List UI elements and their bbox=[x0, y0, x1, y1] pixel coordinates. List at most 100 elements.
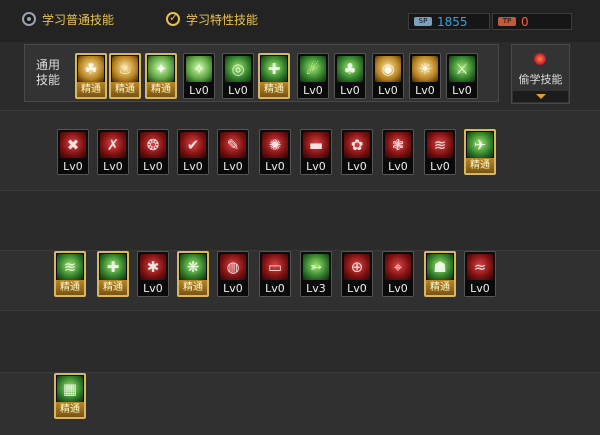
skill-icon[interactable]: ✎ Lv0 bbox=[217, 129, 249, 175]
skill-glyph-icon: ✖ bbox=[66, 136, 80, 154]
skill-level-label: 精通 bbox=[56, 402, 84, 417]
skill-icon[interactable]: ♣ Lv0 bbox=[334, 53, 366, 99]
skill-art-icon: ☘ bbox=[78, 56, 104, 82]
tab-learn-trait-skills[interactable]: 学习特性技能 bbox=[166, 9, 258, 29]
tab-learn-normal-skills[interactable]: 学习普通技能 bbox=[22, 9, 114, 29]
skill-level-label: Lv0 bbox=[138, 159, 168, 174]
skill-icon[interactable]: ✧ Lv0 bbox=[183, 53, 215, 99]
skill-glyph-icon: ☗ bbox=[433, 258, 447, 276]
skill-icon[interactable]: ✚ 精通 bbox=[97, 251, 129, 297]
steal-skills-label: 偷学技能 bbox=[518, 73, 563, 86]
skill-level-label: Lv0 bbox=[184, 83, 214, 98]
skill-icon[interactable]: ♨ 精通 bbox=[109, 53, 141, 99]
skill-art-icon: ✚ bbox=[261, 56, 287, 82]
check-icon bbox=[166, 11, 180, 26]
skill-level-label: Lv0 bbox=[218, 281, 248, 296]
skill-glyph-icon: ≈ bbox=[473, 258, 487, 276]
skill-level-label: Lv0 bbox=[383, 281, 413, 296]
skill-art-icon: ✧ bbox=[186, 56, 212, 82]
skill-art-icon: ◍ bbox=[220, 254, 246, 280]
skill-icon[interactable]: ❃ Lv0 bbox=[382, 129, 414, 175]
skill-glyph-icon: ☄ bbox=[306, 60, 320, 78]
skill-glyph-icon: ◉ bbox=[381, 60, 395, 78]
skill-icon[interactable]: ✿ Lv0 bbox=[341, 129, 373, 175]
skill-level-label: Lv0 bbox=[373, 83, 403, 98]
skill-glyph-icon: ≋ bbox=[433, 136, 447, 154]
skill-glyph-icon: ❃ bbox=[391, 136, 405, 154]
skill-glyph-icon: ◍ bbox=[226, 258, 240, 276]
skill-art-icon: ✦ bbox=[148, 56, 174, 82]
skill-icon[interactable]: ✺ Lv0 bbox=[259, 129, 291, 175]
skill-glyph-icon: ⌖ bbox=[393, 258, 403, 276]
skill-icon[interactable]: ◎ Lv0 bbox=[222, 53, 254, 99]
skill-art-icon: ▭ bbox=[262, 254, 288, 280]
skill-icon[interactable]: ≈ Lv0 bbox=[464, 251, 496, 297]
skill-level-label: 精通 bbox=[179, 280, 207, 295]
skill-icon[interactable]: ✔ Lv0 bbox=[177, 129, 209, 175]
skill-level-label: Lv0 bbox=[178, 159, 208, 174]
skill-icon[interactable]: ☘ 精通 bbox=[75, 53, 107, 99]
skill-icon[interactable]: ✖ Lv0 bbox=[57, 129, 89, 175]
skill-level-label: Lv0 bbox=[410, 83, 440, 98]
skill-level-label: Lv0 bbox=[260, 281, 290, 296]
skill-icon[interactable]: ✱ Lv0 bbox=[137, 251, 169, 297]
skill-icon[interactable]: ▦ 精通 bbox=[54, 373, 86, 419]
skill-level-label: Lv0 bbox=[342, 281, 372, 296]
skill-level-label: 精通 bbox=[99, 280, 127, 295]
skill-glyph-icon: ✎ bbox=[226, 136, 240, 154]
skill-icon[interactable]: ◉ Lv0 bbox=[372, 53, 404, 99]
skill-level-label: Lv0 bbox=[383, 159, 413, 174]
skill-icon[interactable]: ▬ Lv0 bbox=[300, 129, 332, 175]
skill-art-icon: ➳ bbox=[303, 254, 329, 280]
skill-level-label: Lv0 bbox=[98, 159, 128, 174]
skill-icon[interactable]: ✚ 精通 bbox=[258, 53, 290, 99]
skill-art-icon: ▬ bbox=[303, 132, 329, 158]
skill-icon[interactable]: ✈ 精通 bbox=[464, 129, 496, 175]
skill-icon[interactable]: ◍ Lv0 bbox=[217, 251, 249, 297]
skill-icon[interactable]: ≋ 精通 bbox=[54, 251, 86, 297]
skill-glyph-icon: ✔ bbox=[186, 136, 200, 154]
skill-glyph-icon: ✺ bbox=[268, 136, 282, 154]
skill-icon[interactable]: ☀ Lv0 bbox=[409, 53, 441, 99]
skill-level-label: Lv0 bbox=[465, 281, 495, 296]
sp-value: 1855 bbox=[437, 14, 468, 29]
skill-glyph-icon: ⚔ bbox=[455, 60, 469, 78]
skill-glyph-icon: ☀ bbox=[418, 60, 432, 78]
chevron-down-icon[interactable] bbox=[513, 91, 568, 102]
steal-skills-button[interactable]: 偷学技能 bbox=[511, 44, 570, 104]
skill-icon[interactable]: ⌖ Lv0 bbox=[382, 251, 414, 297]
skill-level-label: Lv0 bbox=[425, 159, 455, 174]
top-bar: 学习普通技能 学习特性技能 SP 1855 TP 0 bbox=[0, 0, 600, 42]
skill-level-label: Lv0 bbox=[298, 83, 328, 98]
skill-glyph-icon: ▬ bbox=[308, 136, 324, 154]
skill-art-icon: ▦ bbox=[57, 376, 83, 402]
skill-icon[interactable]: ❋ 精通 bbox=[177, 251, 209, 297]
skill-art-icon: ☄ bbox=[300, 56, 326, 82]
skill-art-icon: ☀ bbox=[412, 56, 438, 82]
skill-glyph-icon: ✧ bbox=[192, 60, 206, 78]
skill-icon[interactable]: ✗ Lv0 bbox=[97, 129, 129, 175]
skill-icon[interactable]: ➳ Lv3 bbox=[300, 251, 332, 297]
skill-row-band bbox=[0, 310, 600, 373]
skill-glyph-icon: ▭ bbox=[267, 258, 283, 276]
skill-icon[interactable]: ▭ Lv0 bbox=[259, 251, 291, 297]
skill-level-label: 精通 bbox=[466, 158, 494, 173]
skill-icon[interactable]: ⊕ Lv0 bbox=[341, 251, 373, 297]
skill-icon[interactable]: ☄ Lv0 bbox=[297, 53, 329, 99]
skill-icon[interactable]: ⚔ Lv0 bbox=[446, 53, 478, 99]
skill-glyph-icon: ✗ bbox=[106, 136, 120, 154]
skill-art-icon: ♣ bbox=[337, 56, 363, 82]
skill-level-label: Lv0 bbox=[138, 281, 168, 296]
skill-icon[interactable]: ☗ 精通 bbox=[424, 251, 456, 297]
skill-level-label: 精通 bbox=[426, 280, 454, 295]
skill-level-label: 精通 bbox=[147, 82, 175, 97]
skill-art-icon: ✔ bbox=[180, 132, 206, 158]
skill-level-label: Lv0 bbox=[301, 159, 331, 174]
skill-glyph-icon: ✈ bbox=[473, 136, 487, 154]
skill-icon[interactable]: ✦ 精通 bbox=[145, 53, 177, 99]
skill-glyph-icon: ✚ bbox=[106, 258, 120, 276]
skill-glyph-icon: ✦ bbox=[154, 60, 168, 78]
skill-icon[interactable]: ≋ Lv0 bbox=[424, 129, 456, 175]
skill-art-icon: ✿ bbox=[344, 132, 370, 158]
skill-icon[interactable]: ❂ Lv0 bbox=[137, 129, 169, 175]
